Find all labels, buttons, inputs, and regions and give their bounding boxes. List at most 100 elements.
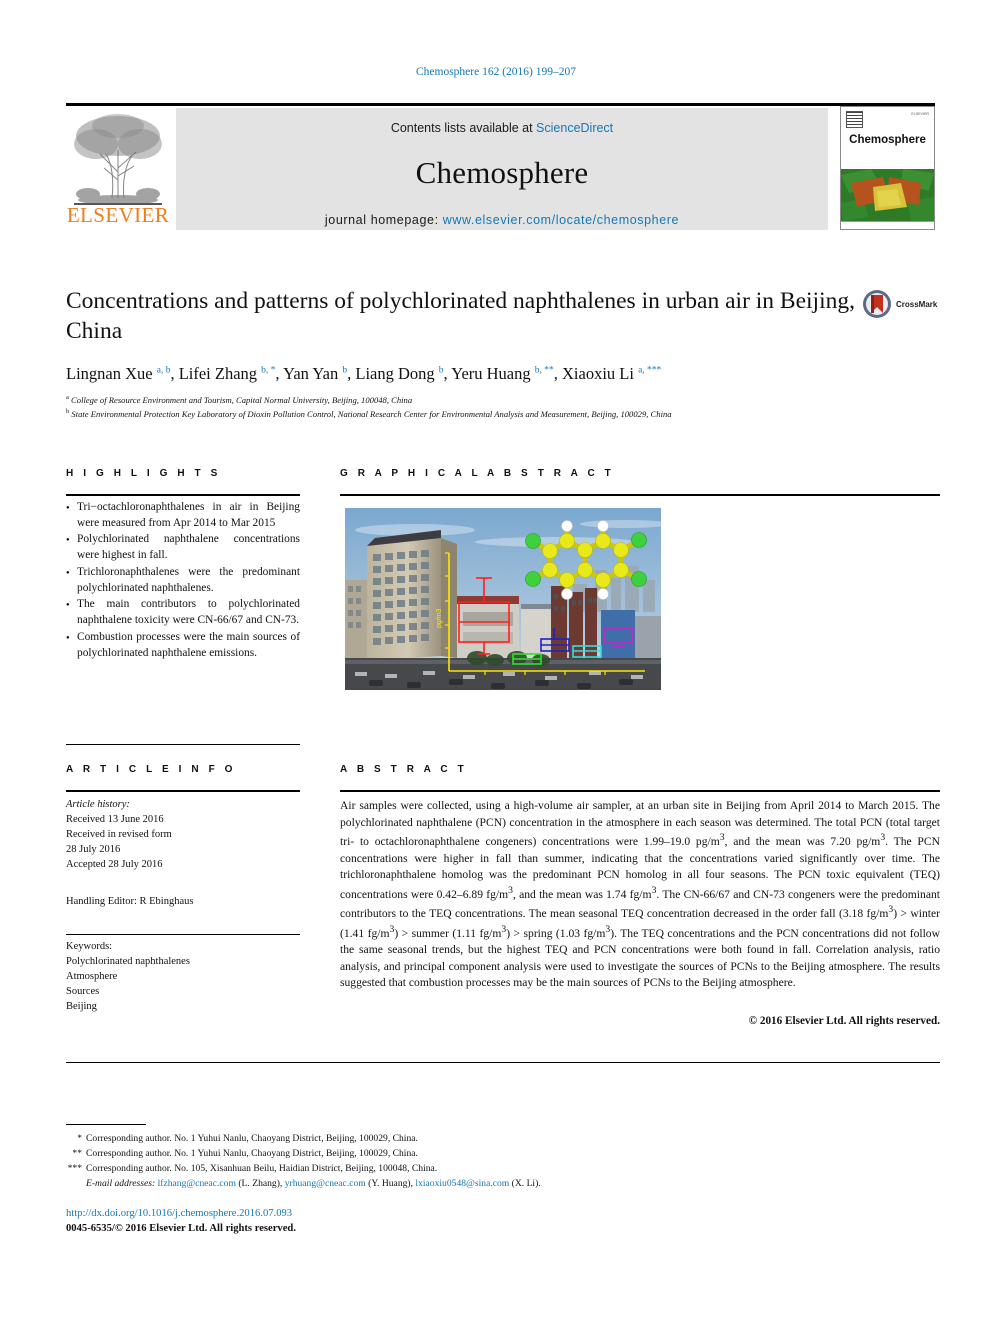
footnote-mark: ***: [67, 1162, 82, 1174]
elsevier-wordmark: ELSEVIER: [66, 203, 170, 227]
footnote-text: Corresponding author. No. 1 Yuhui Nanlu,…: [86, 1147, 418, 1159]
cover-mini-logo-icon: [846, 111, 863, 128]
page-title: Concentrations and patterns of polychlor…: [66, 288, 855, 345]
email-person: (X. Li).: [509, 1177, 541, 1189]
article-history-label: Article history:: [66, 799, 130, 810]
journal-cover-thumbnail: ELSEVIER Chemosphere: [840, 106, 935, 230]
footnote-separator: [66, 1124, 146, 1125]
footnotes-block: * Corresponding author. No. 1 Yuhui Nanlu…: [66, 1132, 940, 1191]
cover-leaf-illustration: [841, 169, 934, 221]
journal-homepage-link[interactable]: www.elsevier.com/locate/chemosphere: [443, 213, 679, 227]
email-person: (L. Zhang),: [235, 1177, 285, 1189]
cover-artwork: [841, 169, 934, 221]
revised-date: 28 July 2016: [66, 843, 121, 855]
keyword-item: Polychlorinated naphthalenes: [66, 955, 190, 967]
author-name: Xiaoxiu Li: [562, 364, 639, 384]
footnote-mark: **: [72, 1147, 82, 1159]
author-name: Lingnan Xue: [66, 364, 157, 384]
journal-masthead: ELSEVIER Contents lists available at Sci…: [66, 103, 935, 231]
corresponding-author-notes: * Corresponding author. No. 1 Yuhui Nanlu…: [66, 1132, 940, 1177]
elsevier-tree-icon: [74, 114, 162, 205]
keyword-item: Beijing: [66, 1000, 97, 1012]
author-list: Lingnan Xue a, b, Lifei Zhang b, *, Yan …: [66, 364, 662, 384]
highlights-list: Tri−octachloronaphthalenes in air in Bei…: [66, 500, 300, 662]
email-link[interactable]: lfzhang@cneac.com: [158, 1178, 236, 1189]
affiliation-text: College of Resource Environment and Tour…: [68, 395, 413, 406]
keywords-block: Keywords: Polychlorinated naphthalenes At…: [66, 940, 300, 1015]
sciencedirect-link[interactable]: ScienceDirect: [536, 121, 613, 135]
author-affiliation-mark: b, **: [534, 365, 554, 376]
received-date: Received 13 June 2016: [66, 813, 164, 825]
homepage-prefix: journal homepage:: [324, 213, 443, 227]
unit-exponent: 3: [508, 884, 513, 896]
keywords-rule: [66, 934, 300, 936]
highlights-heading: H I G H L I G H T S: [66, 468, 221, 479]
masthead-center-band: Contents lists available at ScienceDirec…: [176, 108, 828, 230]
abstract-rule: [340, 790, 940, 793]
email-link[interactable]: yrhuang@cneac.com: [285, 1178, 366, 1189]
author-affiliation-mark: b, *: [261, 365, 276, 376]
highlight-item: The main contributors to polychlorinated…: [66, 597, 300, 628]
unit-exponent: 3: [389, 923, 395, 935]
cover-top-area: ELSEVIER Chemosphere: [841, 107, 934, 169]
cover-footer-strip: [841, 221, 934, 229]
crossmark-icon: [863, 290, 891, 318]
crossmark-badge[interactable]: CrossMark: [862, 287, 940, 321]
footnote-mark: *: [77, 1133, 82, 1144]
unit-exponent: 3: [605, 923, 611, 935]
highlight-item: Polychlorinated naphthalene concentratio…: [66, 532, 300, 563]
affiliation-row: a College of Resource Environment and To…: [66, 393, 856, 406]
highlight-item: Trichloronaphthalenes were the predomina…: [66, 565, 300, 596]
article-title-block: Concentrations and patterns of polychlor…: [66, 286, 856, 422]
highlight-item: Combustion processes were the main sourc…: [66, 630, 300, 661]
main-bottom-rule: [66, 1062, 940, 1064]
author-name: Lifei Zhang: [178, 364, 262, 384]
unit-exponent: 3: [888, 904, 894, 916]
unit-exponent: 3: [651, 884, 657, 896]
handling-editor: Handling Editor: R Ebinghaus: [66, 895, 194, 907]
author-affiliation-mark: a, ***: [638, 365, 662, 376]
author-affiliation-mark: b: [438, 365, 444, 376]
contents-prefix: Contents lists available at: [390, 121, 537, 135]
abstract-text: Air samples were collected, using a high…: [340, 798, 940, 992]
elsevier-logo: ELSEVIER: [66, 108, 170, 230]
affiliation-list: a College of Resource Environment and To…: [66, 393, 856, 421]
highlight-item: Tri−octachloronaphthalenes in air in Bei…: [66, 500, 300, 531]
abstract-paragraph: Air samples were collected, using a high…: [340, 799, 940, 990]
highlights-rule: [66, 494, 300, 497]
keyword-item: Sources: [66, 985, 100, 997]
graphical-abstract-heading: G R A P H I C A L A B S T R A C T: [340, 468, 615, 479]
abstract-heading: A B S T R A C T: [340, 764, 468, 775]
article-info-rule: [66, 790, 300, 793]
highlights-bottom-rule: [66, 744, 300, 746]
footnote-row: * Corresponding author. No. 1 Yuhui Nanlu…: [66, 1132, 940, 1147]
masthead-top-rule: [66, 103, 935, 106]
accepted-date: Accepted 28 July 2016: [66, 858, 163, 870]
article-history-block: Article history: Received 13 June 2016 R…: [66, 798, 300, 909]
affiliation-text: State Environmental Protection Key Labor…: [69, 409, 672, 420]
author-affiliation-mark: b: [342, 365, 348, 376]
keywords-list: Polychlorinated naphthalenes Atmosphere So…: [66, 955, 300, 1015]
email-link[interactable]: lxiaoxiu0548@sina.com: [415, 1178, 509, 1189]
graphical-abstract-image: pg/m3: [345, 508, 661, 690]
article-first-page: Chemosphere 162 (2016) 199–207 ELSEVIER …: [0, 0, 992, 1323]
author-name: Yeru Huang: [451, 364, 535, 384]
author-affiliation-mark: a, b: [156, 365, 171, 376]
author-name: Yan Yan: [283, 364, 343, 384]
email-addresses-line: E-mail addresses: lfzhang@cneac.com (L. …: [86, 1177, 940, 1192]
author-name: Liang Dong: [355, 364, 439, 384]
keyword-item: Atmosphere: [66, 970, 118, 982]
unit-exponent: 3: [880, 832, 886, 844]
cover-top-right-label: ELSEVIER: [911, 112, 929, 116]
ga-axis-label: pg/m3: [436, 608, 443, 628]
email-addresses-label: E-mail addresses:: [86, 1177, 158, 1189]
footnote-row: ** Corresponding author. No. 1 Yuhui Nanl…: [66, 1147, 940, 1162]
issn-copyright-line: 0045-6535/© 2016 Elsevier Ltd. All right…: [66, 1223, 296, 1234]
doi-link[interactable]: http://dx.doi.org/10.1016/j.chemosphere.…: [66, 1208, 292, 1219]
unit-exponent: 3: [719, 832, 725, 844]
footnote-text: Corresponding author. No. 105, Xisanhuan…: [86, 1162, 438, 1174]
keywords-label: Keywords:: [66, 941, 113, 952]
graphical-abstract-figure: pg/m3: [345, 508, 661, 690]
footnote-text: Corresponding author. No. 1 Yuhui Nanlu,…: [86, 1133, 418, 1144]
affiliation-row: b State Environmental Protection Key Lab…: [66, 407, 856, 420]
